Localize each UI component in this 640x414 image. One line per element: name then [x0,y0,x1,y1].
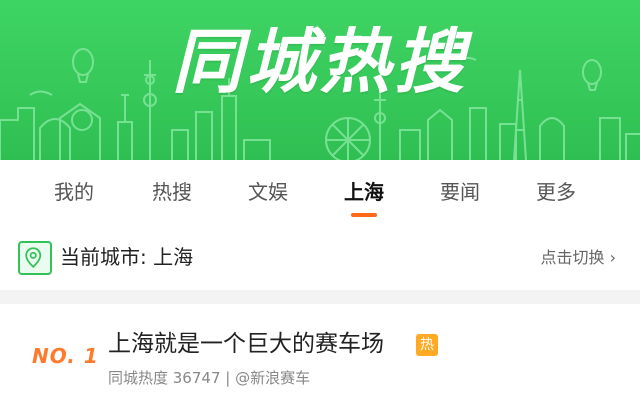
tab-news[interactable]: 要闻 [420,174,500,210]
tab-bar: 我的 热搜 文娱 上海 要闻 更多 [0,160,640,222]
section-divider [0,290,640,304]
current-city-row: 当前城市: 上海 点击切换 › [0,222,640,290]
item-meta: 同城热度 36747 | @新浪赛车 [108,369,311,387]
switch-city-link[interactable]: 点击切换 › [541,246,617,270]
item-title[interactable]: 上海就是一个巨大的赛车场 [108,328,384,360]
list-item[interactable]: NO. 1 上海就是一个巨大的赛车场 热 同城热度 36747 | @新浪赛车 [0,304,640,414]
current-city-label: 当前城市: 上海 [60,245,194,269]
rank-number: NO. 1 [32,344,99,368]
hot-badge: 热 [416,334,438,356]
tab-mine[interactable]: 我的 [34,174,114,210]
header-banner: 同城热搜 [0,0,640,160]
map-location-icon [18,241,52,275]
tab-hot-search[interactable]: 热搜 [132,174,212,210]
tab-more[interactable]: 更多 [516,174,596,210]
banner-title: 同城热搜 [172,21,468,103]
tab-shanghai[interactable]: 上海 [324,174,404,210]
tab-entertainment[interactable]: 文娱 [228,174,308,210]
active-tab-indicator [351,213,377,217]
